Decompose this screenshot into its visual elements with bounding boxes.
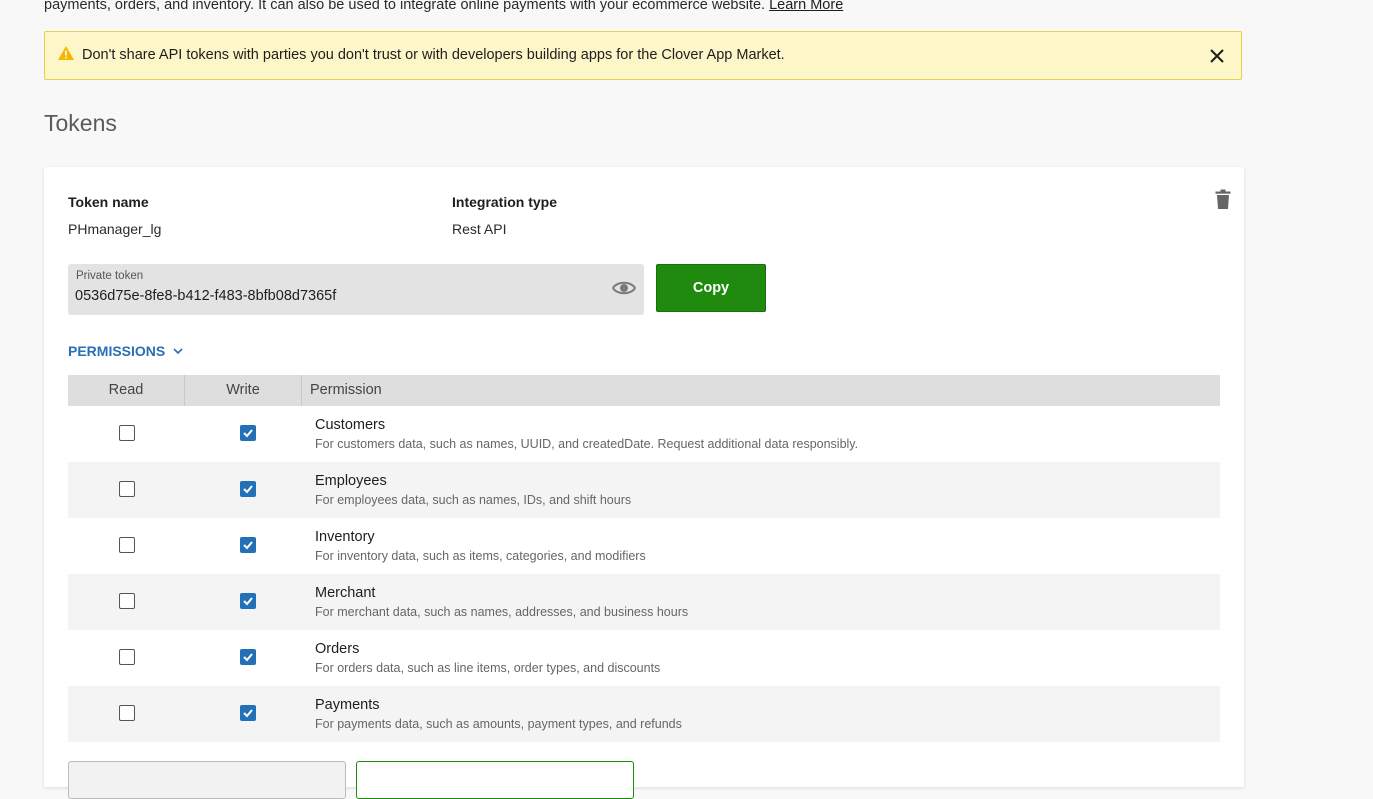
chevron-down-icon bbox=[173, 348, 183, 355]
checkmark-icon bbox=[243, 429, 253, 438]
write-checkbox[interactable] bbox=[240, 593, 256, 609]
write-checkbox[interactable] bbox=[240, 537, 256, 553]
trash-icon[interactable] bbox=[1215, 189, 1231, 209]
permission-cell: Payments For payments data, such as amoun… bbox=[302, 686, 682, 742]
private-token-input[interactable] bbox=[75, 288, 595, 304]
checkmark-icon bbox=[243, 709, 253, 718]
permission-row-merchant: Merchant For merchant data, such as names… bbox=[68, 574, 1220, 630]
intro-sentence: payments, orders, and inventory. It can … bbox=[44, 0, 766, 13]
header-write: Write bbox=[185, 375, 302, 406]
permission-description: For merchant data, such as names, addres… bbox=[315, 605, 689, 619]
permission-cell: Orders For orders data, such as line item… bbox=[302, 630, 660, 686]
write-checkbox[interactable] bbox=[240, 649, 256, 665]
permissions-table: Read Write Permission Customers For custo… bbox=[68, 375, 1220, 742]
read-cell bbox=[68, 406, 185, 462]
private-token-field[interactable]: Private token bbox=[68, 264, 644, 315]
permission-cell: Employees For employees data, such as nam… bbox=[302, 462, 631, 518]
permission-cell: Customers For customers data, such as nam… bbox=[302, 406, 858, 462]
integration-type-value: Rest API bbox=[452, 221, 507, 237]
warning-icon bbox=[58, 46, 74, 60]
read-checkbox[interactable] bbox=[119, 705, 135, 721]
secondary-button[interactable] bbox=[68, 761, 346, 799]
permission-name: Customers bbox=[315, 417, 386, 433]
permission-description: For employees data, such as names, IDs, … bbox=[315, 493, 632, 507]
eye-icon[interactable] bbox=[612, 279, 636, 297]
permission-row-customers: Customers For customers data, such as nam… bbox=[68, 406, 1220, 462]
write-cell bbox=[185, 462, 302, 518]
primary-outline-button[interactable] bbox=[356, 761, 634, 799]
permission-description: For customers data, such as names, UUID,… bbox=[315, 437, 859, 451]
permission-name: Employees bbox=[315, 473, 387, 489]
write-cell bbox=[185, 686, 302, 742]
write-checkbox[interactable] bbox=[240, 481, 256, 497]
read-checkbox[interactable] bbox=[119, 425, 135, 441]
header-permission: Permission bbox=[310, 382, 382, 398]
permission-cell: Inventory For inventory data, such as ite… bbox=[302, 518, 646, 574]
write-cell bbox=[185, 630, 302, 686]
alert-message: Don't share API tokens with parties you … bbox=[82, 47, 785, 63]
copy-button[interactable]: Copy bbox=[656, 264, 766, 312]
permission-row-employees: Employees For employees data, such as nam… bbox=[68, 462, 1220, 518]
permission-row-inventory: Inventory For inventory data, such as ite… bbox=[68, 518, 1220, 574]
permission-description: For inventory data, such as items, categ… bbox=[315, 549, 646, 563]
permissions-table-header: Read Write Permission bbox=[68, 375, 1220, 406]
permission-name: Inventory bbox=[315, 529, 375, 545]
integration-type-label: Integration type bbox=[452, 194, 558, 210]
read-cell bbox=[68, 630, 185, 686]
learn-more-link[interactable]: Learn More bbox=[769, 0, 843, 13]
permissions-toggle-label: PERMISSIONS bbox=[68, 343, 166, 359]
checkmark-icon bbox=[243, 541, 253, 550]
permission-name: Orders bbox=[315, 641, 360, 657]
header-read: Read bbox=[68, 375, 185, 406]
permission-description: For payments data, such as amounts, paym… bbox=[315, 717, 682, 731]
private-token-label: Private token bbox=[76, 270, 144, 282]
warning-alert: Don't share API tokens with parties you … bbox=[44, 31, 1242, 80]
read-cell bbox=[68, 518, 185, 574]
checkmark-icon bbox=[243, 597, 253, 606]
checkmark-icon bbox=[243, 653, 253, 662]
read-cell bbox=[68, 686, 185, 742]
permission-name: Payments bbox=[315, 697, 380, 713]
checkmark-icon bbox=[243, 485, 253, 494]
write-cell bbox=[185, 406, 302, 462]
read-cell bbox=[68, 574, 185, 630]
write-cell bbox=[185, 574, 302, 630]
token-name-label: Token name bbox=[68, 194, 149, 210]
read-cell bbox=[68, 462, 185, 518]
permission-row-payments: Payments For payments data, such as amoun… bbox=[68, 686, 1220, 742]
permissions-toggle[interactable]: PERMISSIONS bbox=[68, 343, 183, 359]
token-card: Token name PHmanager_lg Integration type… bbox=[44, 167, 1244, 799]
intro-text: payments, orders, and inventory. It can … bbox=[44, 0, 1304, 19]
permission-row-orders: Orders For orders data, such as line item… bbox=[68, 630, 1220, 686]
permission-description: For orders data, such as line items, ord… bbox=[315, 661, 661, 675]
write-checkbox[interactable] bbox=[240, 425, 256, 441]
permission-cell: Merchant For merchant data, such as names… bbox=[302, 574, 688, 630]
section-title: Tokens bbox=[44, 110, 117, 136]
write-cell bbox=[185, 518, 302, 574]
read-checkbox[interactable] bbox=[119, 593, 135, 609]
read-checkbox[interactable] bbox=[119, 649, 135, 665]
read-checkbox[interactable] bbox=[119, 537, 135, 553]
permission-name: Merchant bbox=[315, 585, 376, 601]
close-icon[interactable] bbox=[1209, 48, 1225, 64]
write-checkbox[interactable] bbox=[240, 705, 256, 721]
read-checkbox[interactable] bbox=[119, 481, 135, 497]
token-name-value: PHmanager_lg bbox=[68, 221, 162, 237]
permissions-rows: Customers For customers data, such as nam… bbox=[68, 406, 1220, 742]
